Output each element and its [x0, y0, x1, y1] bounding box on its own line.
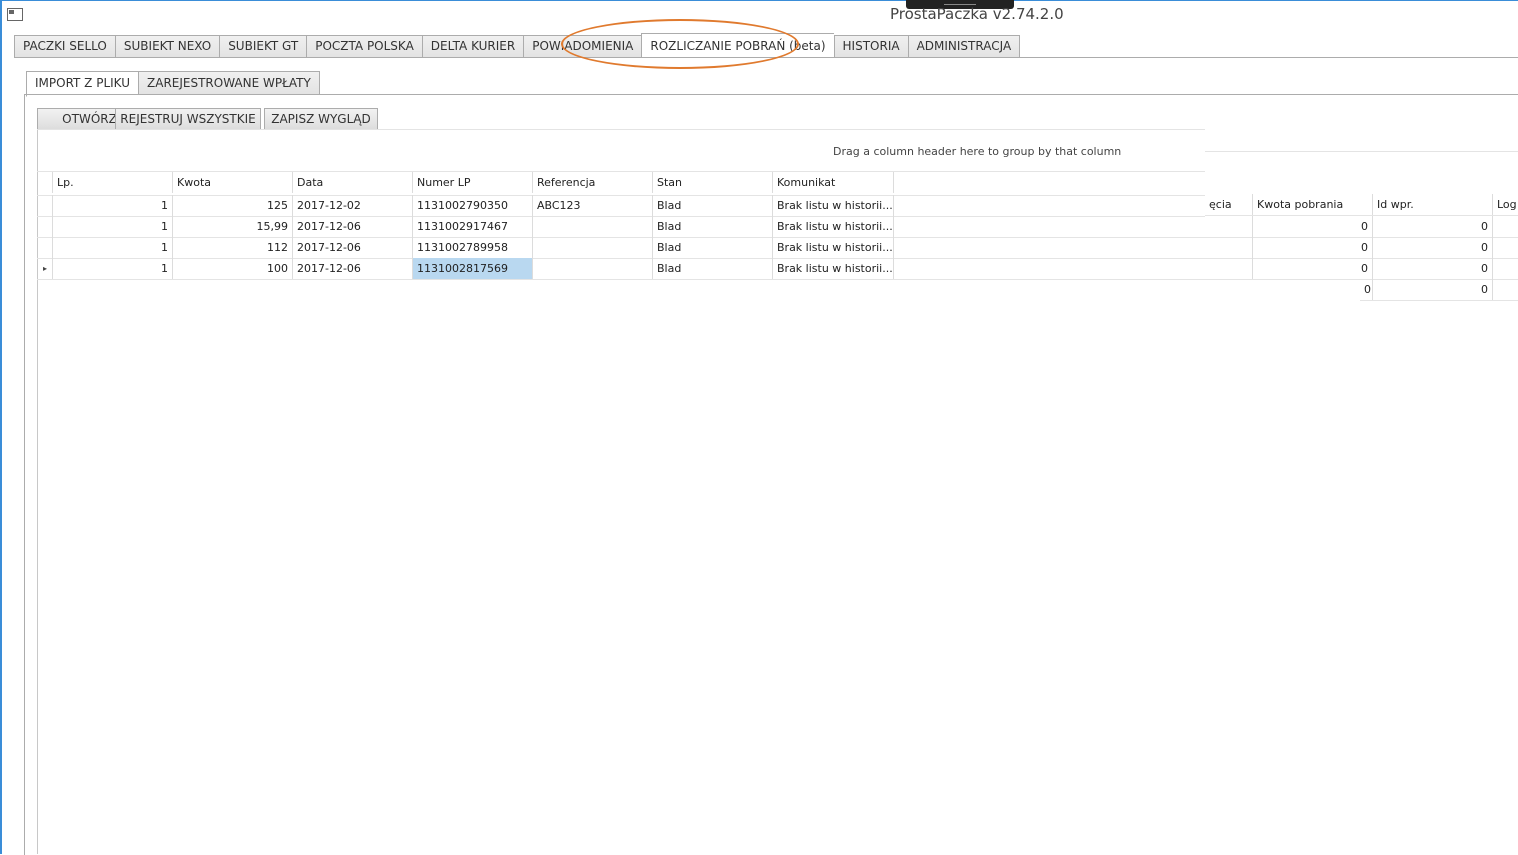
cell-lp[interactable]: 1	[53, 216, 173, 237]
cell-id-wpr[interactable]: 0	[1373, 237, 1493, 258]
right-table-row[interactable]: 0 0	[1205, 216, 1518, 238]
cell-kwota-pobrania[interactable]: 0	[1253, 237, 1373, 258]
cell-numer-lp-selected[interactable]: 1131002817569	[413, 258, 533, 279]
cell-data[interactable]: 2017-12-06	[293, 216, 413, 237]
cell-kwota-pobrania[interactable]: 0	[1253, 216, 1373, 237]
table-row[interactable]: 1 125 2017-12-02 1131002790350 ABC123 Bl…	[37, 195, 1205, 217]
window-top-border	[0, 0, 1518, 1]
save-layout-button[interactable]: ZAPISZ WYGLĄD	[264, 108, 378, 130]
column-header-komunikat[interactable]: Komunikat	[773, 172, 894, 193]
cell-kwota[interactable]: 15,99	[173, 216, 293, 237]
right-table-row[interactable]: 0 0	[1205, 237, 1518, 259]
column-header-id-wpr[interactable]: Id wpr.	[1373, 194, 1493, 215]
cell-kwota[interactable]: 100	[173, 258, 293, 279]
main-tabbar: PACZKI SELLO SUBIEKT NEXO SUBIEKT GT POC…	[14, 33, 1021, 58]
column-header-partial[interactable]: ęcia	[1205, 194, 1253, 215]
cell-stan[interactable]: Blad	[653, 216, 773, 237]
column-header-numer-lp[interactable]: Numer LP	[413, 172, 533, 193]
window-left-border	[0, 0, 2, 854]
right-grid-header: ęcia Kwota pobrania Id wpr. Log	[1205, 194, 1518, 216]
cell-partial	[1205, 258, 1253, 279]
cell-data[interactable]: 2017-12-02	[293, 195, 413, 216]
current-row-arrow-icon: ▸	[43, 264, 48, 273]
cell-partial	[1205, 216, 1253, 237]
register-all-button[interactable]: REJESTRUJ WSZYSTKIE	[115, 108, 261, 130]
column-header-data[interactable]: Data	[293, 172, 413, 193]
header-row-indicator	[37, 172, 53, 193]
cell-stan[interactable]: Blad	[653, 258, 773, 279]
cell-id-wpr[interactable]: 0	[1373, 279, 1493, 300]
tab-historia[interactable]: HISTORIA	[833, 35, 908, 58]
cell-stan[interactable]: Blad	[653, 237, 773, 258]
tab-poczta-polska[interactable]: POCZTA POLSKA	[306, 35, 422, 58]
tab-underline	[14, 57, 1518, 58]
cell-stan[interactable]: Blad	[653, 195, 773, 216]
cell-komunikat[interactable]: Brak listu w historii...	[773, 258, 894, 279]
table-row[interactable]: 1 15,99 2017-12-06 1131002917467 Blad Br…	[37, 216, 1205, 238]
cell-referencja[interactable]	[533, 216, 653, 237]
cell-komunikat[interactable]: Brak listu w historii...	[773, 237, 894, 258]
column-header-log[interactable]: Log	[1493, 194, 1518, 215]
tab-administracja[interactable]: ADMINISTRACJA	[907, 35, 1021, 58]
table-row[interactable]: ▸ 1 100 2017-12-06 1131002817569 Blad Br…	[37, 258, 1205, 280]
cell-kwota[interactable]: 125	[173, 195, 293, 216]
cell-kwota-pobrania[interactable]: 0	[1360, 279, 1373, 300]
cell-komunikat[interactable]: Brak listu w historii...	[773, 195, 894, 216]
right-table-row[interactable]: 0 0	[1205, 258, 1518, 280]
cell-numer-lp[interactable]: 1131002789958	[413, 237, 533, 258]
column-header-kwota-pobrania[interactable]: Kwota pobrania	[1253, 194, 1373, 215]
tab-subiekt-nexo[interactable]: SUBIEKT NEXO	[114, 35, 220, 58]
window-title: ProstaPaczka v2.74.2.0	[890, 5, 1064, 23]
cell-komunikat[interactable]: Brak listu w historii...	[773, 216, 894, 237]
cell-numer-lp[interactable]: 1131002790350	[413, 195, 533, 216]
grid-header-row: Lp. Kwota Data Numer LP Referencja Stan …	[37, 171, 1205, 196]
cell-referencja[interactable]: ABC123	[533, 195, 653, 216]
cell-lp[interactable]: 1	[53, 195, 173, 216]
tab-powiadomienia[interactable]: POWIADOMIENIA	[523, 35, 642, 58]
group-area-border	[37, 129, 1205, 130]
row-indicator	[37, 195, 53, 216]
subtab-zarejestrowane-wplaty[interactable]: ZAREJESTROWANE WPŁATY	[138, 71, 320, 95]
row-indicator	[37, 237, 53, 258]
right-table-row[interactable]: 0 0	[1360, 279, 1518, 301]
column-header-referencja[interactable]: Referencja	[533, 172, 653, 193]
row-indicator: ▸	[37, 258, 53, 279]
cell-kwota[interactable]: 112	[173, 237, 293, 258]
right-grid-border	[1205, 151, 1518, 152]
column-header-lp[interactable]: Lp.	[53, 172, 173, 193]
column-header-stan[interactable]: Stan	[653, 172, 773, 193]
group-panel-hint[interactable]: Drag a column header here to group by th…	[833, 145, 1121, 158]
cell-data[interactable]: 2017-12-06	[293, 258, 413, 279]
tab-rozliczanie-pobran[interactable]: ROZLICZANIE POBRAŃ (beta)	[641, 33, 834, 58]
cell-lp[interactable]: 1	[53, 258, 173, 279]
cell-kwota-pobrania[interactable]: 0	[1253, 258, 1373, 279]
cell-referencja[interactable]	[533, 237, 653, 258]
tab-subiekt-gt[interactable]: SUBIEKT GT	[219, 35, 307, 58]
tab-paczki-sello[interactable]: PACZKI SELLO	[14, 35, 115, 58]
cell-data[interactable]: 2017-12-06	[293, 237, 413, 258]
app-window-icon[interactable]	[7, 8, 23, 21]
cell-partial	[1205, 237, 1253, 258]
tab-delta-kurier[interactable]: DELTA KURIER	[421, 35, 524, 58]
cell-referencja[interactable]	[533, 258, 653, 279]
cell-numer-lp[interactable]: 1131002917467	[413, 216, 533, 237]
cell-id-wpr[interactable]: 0	[1373, 216, 1493, 237]
cell-lp[interactable]: 1	[53, 237, 173, 258]
column-header-kwota[interactable]: Kwota	[173, 172, 293, 193]
table-row[interactable]: 1 112 2017-12-06 1131002789958 Blad Brak…	[37, 237, 1205, 259]
cell-id-wpr[interactable]: 0	[1373, 258, 1493, 279]
row-indicator	[37, 216, 53, 237]
